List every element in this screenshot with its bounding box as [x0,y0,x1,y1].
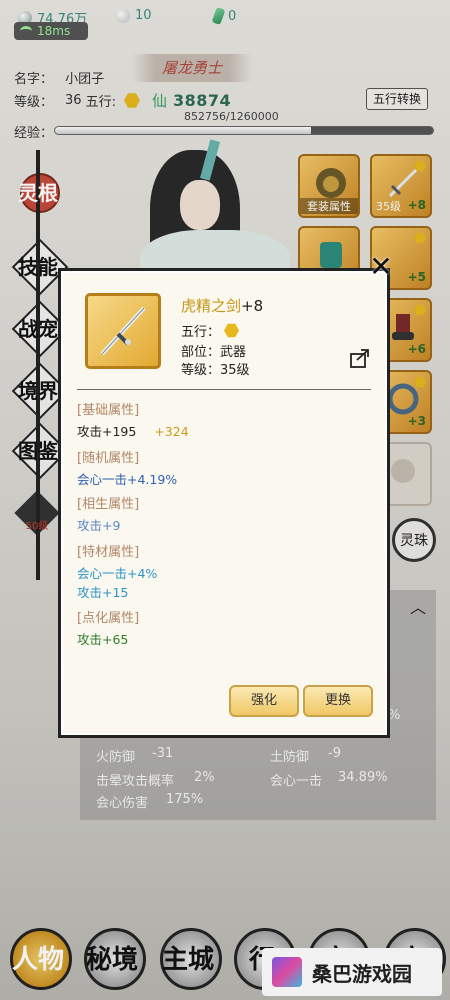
base-attr-bonus: +324 [154,424,189,439]
item-enhance-level: +8 [241,297,264,315]
item-title: 虎精之剑+8 [181,295,263,316]
material-attr-value-1: 会心一击+4% [77,566,158,581]
mutual-attr-value: 攻击+9 [77,518,121,533]
dot-attr-value: 攻击+65 [77,632,129,647]
material-attr-value-2: 攻击+15 [77,585,129,600]
item-slot-label: 部位： [181,345,221,360]
replace-button[interactable]: 更换 [303,685,373,717]
item-slot-value: 武器 [220,345,247,360]
base-attr-title: [基础属性] [77,403,140,418]
base-attr-row: 攻击+195 +324 [77,421,189,440]
item-icon [85,293,161,369]
dot-attr-title: [点化属性] [77,611,140,626]
material-attr-title: [特材属性] [77,545,140,560]
base-attr-value: 攻击+195 [77,424,137,439]
item-level-label: 等级： [181,363,221,378]
random-attr-value: 会心一击+4.19% [77,472,178,487]
sword-icon [100,306,146,356]
modal-divider [77,389,371,390]
item-slot-row: 部位： 武器 [181,341,246,360]
mutual-attr-title: [相生属性] [77,497,140,512]
item-name: 虎精之剑 [181,297,242,315]
enhance-button[interactable]: 强化 [229,685,299,717]
random-attr-title: [随机属性] [77,451,140,466]
share-icon[interactable] [349,347,371,369]
close-icon[interactable]: ✕ [368,253,394,281]
item-detail-modal: 虎精之剑+8 五行： 部位： 武器 等级： 35级 [基础属性] 攻击+195 … [58,268,390,738]
item-level-row: 等级： 35级 [181,359,250,378]
item-level-value: 35级 [220,363,250,378]
earth-element-icon [224,323,240,338]
item-wuxing-label: 五行： [181,325,221,340]
item-wuxing-row: 五行： [181,321,240,340]
